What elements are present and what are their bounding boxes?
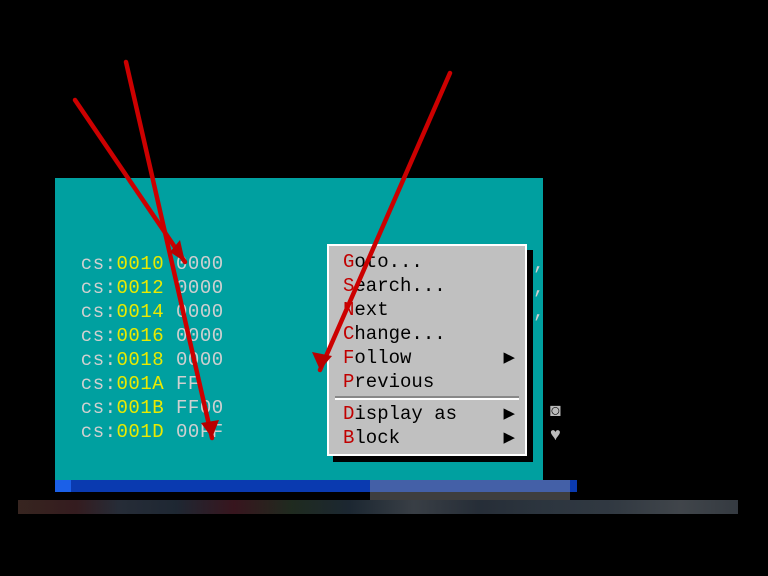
menu-item-follow[interactable]: Follow ▶ <box>329 346 525 370</box>
menu-item-next[interactable]: Next <box>329 298 525 322</box>
menu-hotkey: F <box>343 347 354 369</box>
menu-item-search-[interactable]: Search... <box>329 274 525 298</box>
menu-item-block[interactable]: Block ▶ <box>329 426 525 450</box>
menu-item-label: revious <box>354 371 434 393</box>
menu-item-previous[interactable]: Previous <box>329 370 525 394</box>
decor-glyph-2: ♥ <box>550 426 561 446</box>
menu-hotkey: N <box>343 299 354 321</box>
submenu-arrow-icon: ▶ <box>504 426 515 450</box>
decor-glyph-1: ◙ <box>550 402 561 422</box>
menu-item-label: hange... <box>354 323 445 345</box>
menu-item-label: oto... <box>354 251 422 273</box>
menu-item-label: ext <box>354 299 388 321</box>
menu-item-change-[interactable]: Change... <box>329 322 525 346</box>
menu-item-label: isplay as <box>354 403 457 425</box>
menu-item-goto-[interactable]: Goto... <box>329 250 525 274</box>
menu-hotkey: B <box>343 427 354 449</box>
menu-separator <box>335 396 519 400</box>
menu-hotkey: S <box>343 275 354 297</box>
taskbar-gradient <box>18 500 738 514</box>
menu-hotkey: C <box>343 323 354 345</box>
submenu-arrow-icon: ▶ <box>504 402 515 426</box>
menu-hotkey: D <box>343 403 354 425</box>
context-menu[interactable]: Goto...Search...NextChange...Follow▶Prev… <box>327 244 527 456</box>
horizontal-scrollbar-thumb[interactable] <box>55 480 71 492</box>
menu-item-label: lock <box>354 427 400 449</box>
menu-item-display-as[interactable]: Display as ▶ <box>329 402 525 426</box>
menu-item-label: ollow <box>354 347 411 369</box>
menu-hotkey: G <box>343 251 354 273</box>
menu-shadow <box>370 480 570 500</box>
menu-item-label: earch... <box>354 275 445 297</box>
menu-hotkey: P <box>343 371 354 393</box>
submenu-arrow-icon: ▶ <box>504 346 515 370</box>
